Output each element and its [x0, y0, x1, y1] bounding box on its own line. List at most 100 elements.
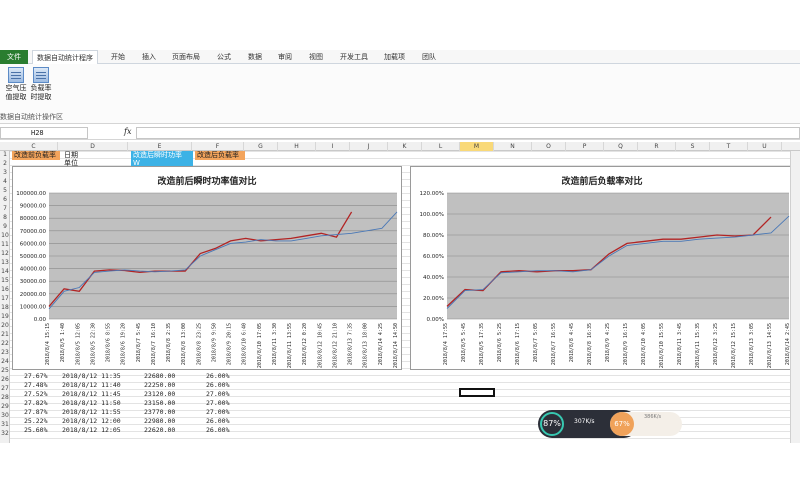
row-header-2[interactable]: 2 [0, 160, 10, 167]
row-header-5[interactable]: 5 [0, 187, 10, 194]
row-header-22[interactable]: 22 [0, 340, 10, 347]
cell-e[interactable]: 22620.00 [144, 427, 175, 434]
cell-e[interactable]: 22680.00 [144, 373, 175, 380]
table-row[interactable]: 25.60% 2018/8/12 12:05 22620.00 26.00% [10, 427, 410, 434]
name-box[interactable]: H28 [0, 127, 88, 139]
column-header-P[interactable]: P [566, 142, 604, 151]
row-header-29[interactable]: 29 [0, 403, 10, 410]
table-row[interactable]: 27.67% 2018/8/12 11:35 22680.00 26.00% [10, 373, 410, 380]
row-header-13[interactable]: 13 [0, 259, 10, 266]
row-header-12[interactable]: 12 [0, 250, 10, 257]
column-header-E[interactable]: E [128, 142, 192, 151]
row-header-31[interactable]: 31 [0, 421, 10, 428]
table-row[interactable]: 27.87% 2018/8/12 11:55 23770.00 27.00% [10, 409, 410, 416]
tab-developer[interactable]: 开发工具 [340, 50, 368, 64]
row-header-1[interactable]: 1 [0, 151, 10, 158]
cell-f[interactable]: 26.00% [206, 418, 229, 425]
column-header-J[interactable]: J [350, 142, 388, 151]
row-header-26[interactable]: 26 [0, 376, 10, 383]
vertical-scrollbar[interactable] [790, 151, 800, 443]
row-header-28[interactable]: 28 [0, 394, 10, 401]
system-monitor-widget-secondary[interactable]: 67% 386K/s [610, 412, 682, 436]
row-header-19[interactable]: 19 [0, 313, 10, 320]
column-header-R[interactable]: R [638, 142, 676, 151]
row-header-32[interactable]: 32 [0, 430, 10, 437]
table-row[interactable]: 27.52% 2018/8/12 11:45 23120.00 27.00% [10, 391, 410, 398]
cell-f[interactable]: 27.00% [206, 409, 229, 416]
power-comparison-chart[interactable]: 改造前后瞬时功率值对比 0.00 10000.00 20000.00 30000.00… [12, 166, 402, 370]
row-header-16[interactable]: 16 [0, 286, 10, 293]
cell-e[interactable]: 23120.00 [144, 391, 175, 398]
cell-e[interactable]: 23770.00 [144, 409, 175, 416]
column-header-D[interactable]: D [58, 142, 128, 151]
row-header-8[interactable]: 8 [0, 214, 10, 221]
cell-d[interactable]: 2018/8/12 12:00 [62, 418, 121, 425]
cell-c[interactable]: 27.87% [24, 409, 47, 416]
column-header-C[interactable]: C [10, 142, 58, 151]
row-header-18[interactable]: 18 [0, 304, 10, 311]
cell-d[interactable]: 2018/8/12 11:45 [62, 391, 121, 398]
row-header-30[interactable]: 30 [0, 412, 10, 419]
table-row[interactable]: 27.82% 2018/8/12 11:50 23150.00 27.00% [10, 400, 410, 407]
column-header-F[interactable]: F [192, 142, 244, 151]
column-header-I[interactable]: I [316, 142, 350, 151]
row-header-25[interactable]: 25 [0, 367, 10, 374]
cell-d[interactable]: 2018/8/12 12:05 [62, 427, 121, 434]
cell-d[interactable]: 2018/8/12 11:55 [62, 409, 121, 416]
tab-formulas[interactable]: 公式 [217, 50, 231, 64]
cell-d[interactable]: 2018/8/12 11:35 [62, 373, 121, 380]
row-header-15[interactable]: 15 [0, 277, 10, 284]
cell-e[interactable]: 22250.00 [144, 382, 175, 389]
cell-c[interactable]: 25.22% [24, 418, 47, 425]
cell-c[interactable]: 25.60% [24, 427, 47, 434]
tab-page-layout[interactable]: 页面布局 [172, 50, 200, 64]
table-row[interactable]: 27.48% 2018/8/12 11:40 22250.00 26.00% [10, 382, 410, 389]
air-pressure-extract-button[interactable]: 空气压 值提取 [4, 67, 28, 102]
row-header-24[interactable]: 24 [0, 358, 10, 365]
row-header-3[interactable]: 3 [0, 169, 10, 176]
column-header-M[interactable]: M [460, 142, 494, 151]
tab-file[interactable]: 文件 [0, 50, 28, 64]
cell-c[interactable]: 27.82% [24, 400, 47, 407]
column-header-O[interactable]: O [532, 142, 566, 151]
tab-data-stats[interactable]: 数据自动统计程序 [32, 50, 98, 65]
row-header-11[interactable]: 11 [0, 241, 10, 248]
row-header-20[interactable]: 20 [0, 322, 10, 329]
column-header-N[interactable]: N [494, 142, 532, 151]
formula-input[interactable] [136, 127, 800, 139]
column-header-Q[interactable]: Q [604, 142, 638, 151]
row-header-7[interactable]: 7 [0, 205, 10, 212]
tab-team[interactable]: 团队 [422, 50, 436, 64]
column-header-K[interactable]: K [388, 142, 422, 151]
cell-d[interactable]: 2018/8/12 11:50 [62, 400, 121, 407]
tab-data[interactable]: 数据 [248, 50, 262, 64]
cell-c[interactable]: 27.48% [24, 382, 47, 389]
active-cell-selection[interactable] [459, 388, 495, 397]
tab-insert[interactable]: 插入 [142, 50, 156, 64]
cell-f[interactable]: 27.00% [206, 400, 229, 407]
row-header-14[interactable]: 14 [0, 268, 10, 275]
cell-f[interactable]: 27.00% [206, 391, 229, 398]
row-header-27[interactable]: 27 [0, 385, 10, 392]
cell-e[interactable]: 22980.00 [144, 418, 175, 425]
cell-e[interactable]: 23150.00 [144, 400, 175, 407]
cell-f1[interactable]: 改造后负载率 [195, 151, 245, 160]
load-rate-comparison-chart[interactable]: 改造前后负载率对比 0.00% 20.00% 40.00% 60.00% 80.00% 1… [410, 166, 794, 370]
row-header-9[interactable]: 9 [0, 223, 10, 230]
cell-f[interactable]: 26.00% [206, 382, 229, 389]
column-header-L[interactable]: L [422, 142, 460, 151]
tab-view[interactable]: 视图 [309, 50, 323, 64]
column-header-S[interactable]: S [676, 142, 710, 151]
cell-d[interactable]: 2018/8/12 11:40 [62, 382, 121, 389]
row-header-10[interactable]: 10 [0, 232, 10, 239]
cell-c[interactable]: 27.52% [24, 391, 47, 398]
cell-f[interactable]: 26.00% [206, 373, 229, 380]
row-header-23[interactable]: 23 [0, 349, 10, 356]
column-header-T[interactable]: T [710, 142, 748, 151]
table-row[interactable]: 25.22% 2018/8/12 12:00 22980.00 26.00% [10, 418, 410, 425]
column-header-U[interactable]: U [748, 142, 782, 151]
cell-c1[interactable]: 改造前负载率 [12, 151, 60, 160]
row-header-6[interactable]: 6 [0, 196, 10, 203]
cell-f[interactable]: 26.00% [206, 427, 229, 434]
column-header-G[interactable]: G [244, 142, 278, 151]
